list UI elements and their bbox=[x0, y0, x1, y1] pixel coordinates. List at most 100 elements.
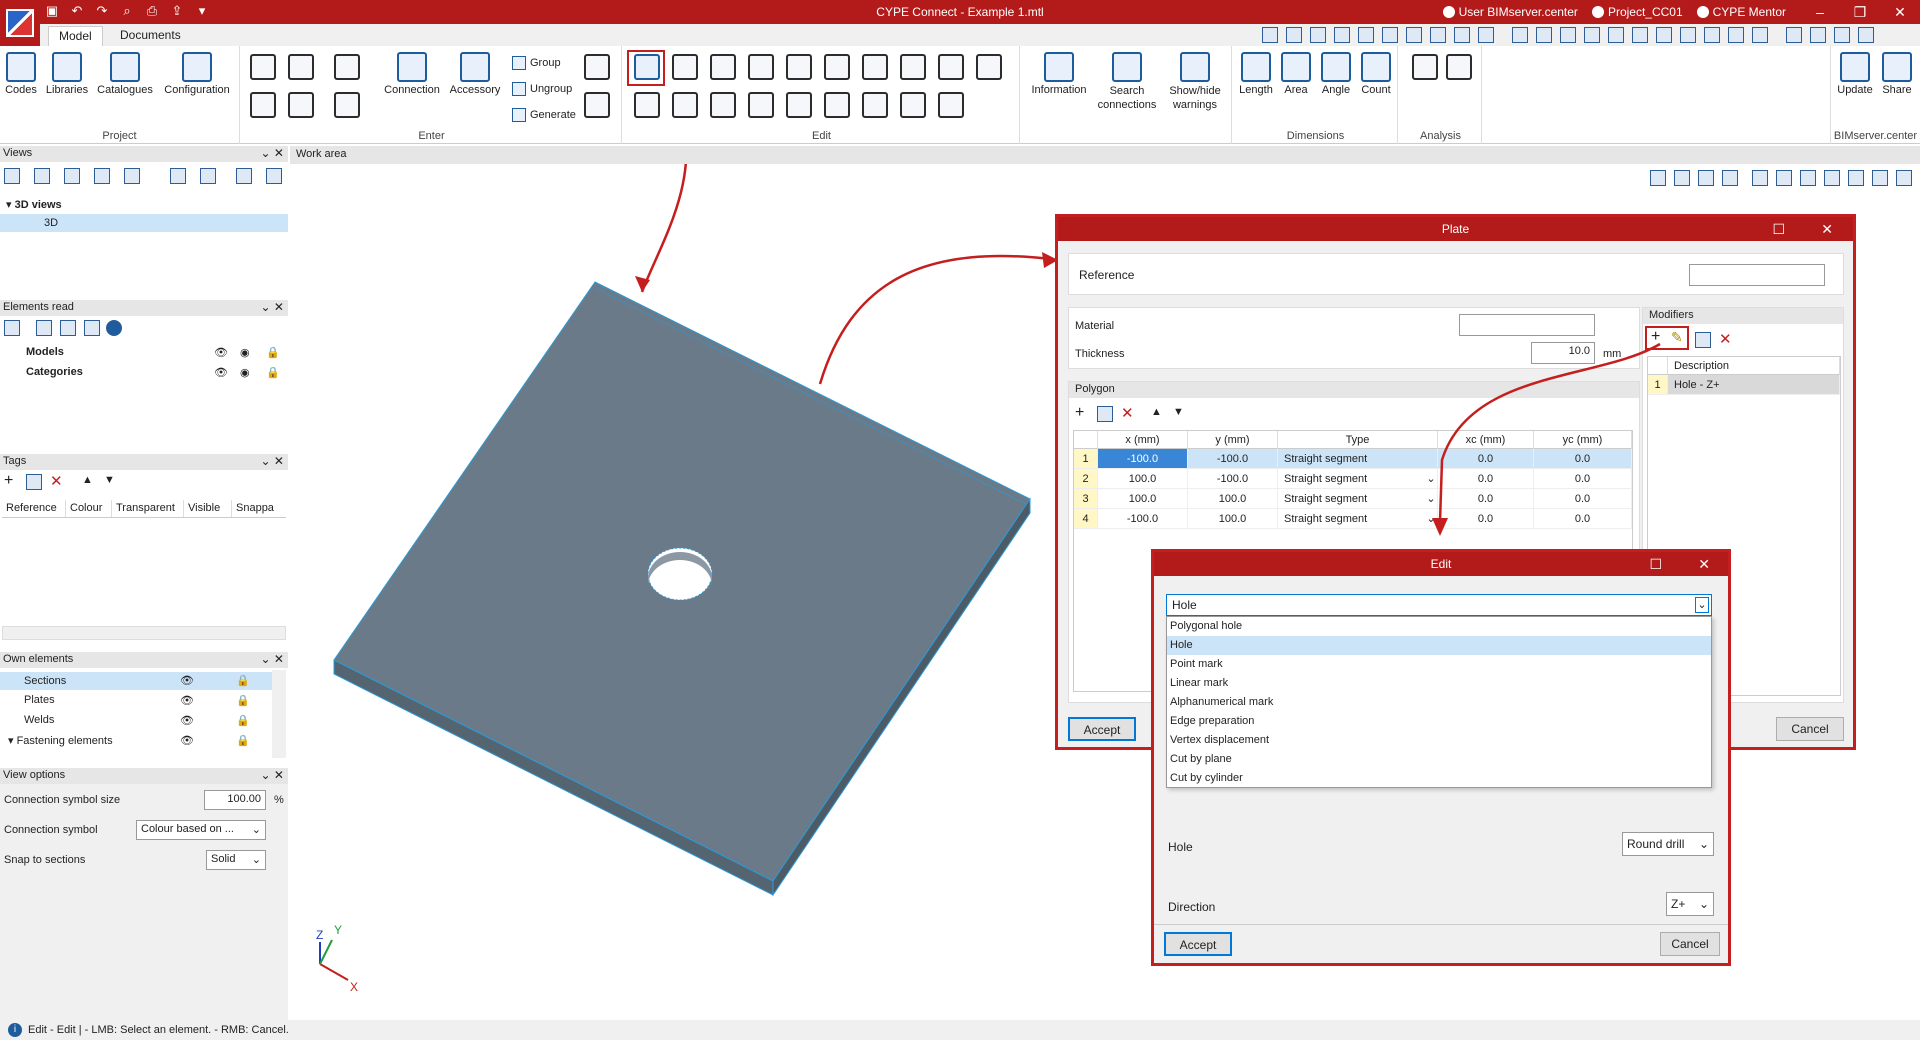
column-header[interactable]: Snappa bbox=[232, 500, 286, 517]
camera-icon[interactable] bbox=[170, 168, 186, 184]
customize-icon[interactable]: ▾ bbox=[194, 3, 210, 19]
vertical-scrollbar[interactable] bbox=[272, 670, 286, 758]
join-icon[interactable] bbox=[824, 92, 850, 118]
grid-icon[interactable] bbox=[1536, 27, 1552, 43]
restore-icon[interactable]: ❐ bbox=[1840, 4, 1880, 21]
zoom-percent-icon[interactable] bbox=[1608, 27, 1624, 43]
option-point-mark[interactable]: Point mark bbox=[1167, 655, 1711, 674]
grid-icon[interactable] bbox=[1656, 27, 1672, 43]
bolt-icon[interactable] bbox=[288, 92, 314, 118]
beam-icon[interactable] bbox=[250, 92, 276, 118]
link-icon[interactable] bbox=[84, 320, 100, 336]
panel-controls[interactable]: ⌄ ✕ bbox=[261, 146, 284, 160]
accessory-button[interactable]: Accessory bbox=[446, 52, 504, 96]
grid-icon[interactable] bbox=[1632, 27, 1648, 43]
own-item-sections[interactable]: Sections bbox=[0, 672, 272, 690]
erase-icon[interactable] bbox=[634, 92, 660, 118]
help-icon[interactable] bbox=[1834, 27, 1850, 43]
lock-icon[interactable]: 🔒 bbox=[236, 734, 250, 747]
column-header[interactable]: y (mm) bbox=[1188, 431, 1278, 449]
eye-icon[interactable]: 👁 bbox=[180, 694, 194, 707]
tree-item-models[interactable]: Models bbox=[26, 346, 64, 358]
option-cut-by-plane[interactable]: Cut by plane bbox=[1167, 750, 1711, 769]
option-polygonal-hole[interactable]: Polygonal hole bbox=[1167, 617, 1711, 636]
option-alphanumerical-mark[interactable]: Alphanumerical mark bbox=[1167, 693, 1711, 712]
mirror-copy-icon[interactable] bbox=[748, 92, 774, 118]
zoom-icon[interactable] bbox=[1430, 27, 1446, 43]
tree-group-3d-views[interactable]: ▾ 3D views bbox=[6, 198, 62, 211]
cube-icon[interactable] bbox=[266, 168, 282, 184]
view-tool-icon[interactable] bbox=[1310, 27, 1326, 43]
angle-button[interactable]: Angle bbox=[1316, 52, 1356, 96]
maximize-icon[interactable]: ☐ bbox=[1649, 552, 1662, 576]
area-button[interactable]: Area bbox=[1276, 52, 1316, 96]
view-tool-icon[interactable] bbox=[1262, 27, 1278, 43]
grid-icon[interactable] bbox=[1680, 27, 1696, 43]
ungroup-button[interactable]: Ungroup bbox=[512, 82, 572, 96]
count-button[interactable]: Count bbox=[1356, 52, 1396, 96]
update-button[interactable]: Update bbox=[1833, 52, 1877, 96]
modifier-type-select[interactable]: Hole ⌄ bbox=[1166, 594, 1712, 616]
grid-icon[interactable] bbox=[1704, 27, 1720, 43]
close-icon[interactable]: ✕ bbox=[1821, 217, 1833, 241]
plate-icon[interactable] bbox=[288, 54, 314, 80]
snap-select[interactable]: Solid ⌄ bbox=[206, 850, 266, 870]
cut-icon[interactable] bbox=[862, 92, 888, 118]
option-vertex-displacement[interactable]: Vertex displacement bbox=[1167, 731, 1711, 750]
view-icon[interactable] bbox=[64, 168, 80, 184]
align-icon[interactable] bbox=[938, 54, 964, 80]
lock-icon[interactable]: 🔒 bbox=[266, 346, 280, 359]
show-hide-warnings-button[interactable]: Show/hide warnings bbox=[1162, 52, 1228, 112]
length-button[interactable]: Length bbox=[1236, 52, 1276, 96]
axes-icon[interactable] bbox=[1650, 170, 1666, 186]
mentor-link[interactable]: CYPE Mentor bbox=[1696, 5, 1786, 19]
codes-button[interactable]: Codes bbox=[4, 52, 38, 96]
option-edge-preparation[interactable]: Edge preparation bbox=[1167, 712, 1711, 731]
view-tool-icon[interactable] bbox=[1358, 27, 1374, 43]
panel-controls[interactable]: ⌄ ✕ bbox=[261, 300, 284, 314]
connection-symbol-select[interactable]: Colour based on ... ⌄ bbox=[136, 820, 266, 840]
delete-icon[interactable]: ✕ bbox=[1121, 404, 1134, 422]
copy-icon[interactable] bbox=[1097, 406, 1113, 422]
add-element-icon[interactable] bbox=[584, 54, 610, 80]
direction-select[interactable]: Z+ ⌄ bbox=[1666, 892, 1714, 916]
generate-button[interactable]: Generate bbox=[512, 108, 576, 122]
project-selector[interactable]: Project_CC01 bbox=[1591, 5, 1683, 19]
column-header[interactable]: x (mm) bbox=[1098, 431, 1188, 449]
render-icon[interactable] bbox=[1896, 170, 1912, 186]
panel-controls[interactable]: ⌄ ✕ bbox=[261, 652, 284, 666]
cube-icon[interactable] bbox=[1674, 170, 1690, 186]
view-icon[interactable] bbox=[200, 168, 216, 184]
delete-element-icon[interactable] bbox=[584, 92, 610, 118]
eye-icon[interactable]: 👁 bbox=[180, 714, 194, 727]
table-cell[interactable]: 100.0 bbox=[1098, 469, 1188, 489]
view-icon[interactable] bbox=[34, 168, 50, 184]
copy-icon[interactable] bbox=[1695, 332, 1711, 348]
cube-icon[interactable]: ◉ bbox=[240, 366, 250, 379]
column-header[interactable]: Transparent bbox=[112, 500, 184, 517]
table-cell[interactable]: 100.0 bbox=[1188, 509, 1278, 529]
grid-icon[interactable] bbox=[1512, 27, 1528, 43]
move-icon[interactable] bbox=[672, 54, 698, 80]
move-copy-icon[interactable] bbox=[672, 92, 698, 118]
panel-controls[interactable]: ⌄ ✕ bbox=[261, 768, 284, 782]
material-input[interactable] bbox=[1459, 314, 1595, 336]
render-icon[interactable] bbox=[1800, 170, 1816, 186]
lock-icon[interactable]: 🔒 bbox=[266, 366, 280, 379]
grid-points-icon[interactable] bbox=[250, 54, 276, 80]
redo-icon[interactable]: ↷ bbox=[94, 3, 110, 19]
info-icon[interactable] bbox=[1858, 27, 1874, 43]
table-cell[interactable]: -100.0 bbox=[1098, 449, 1188, 469]
move-up-icon[interactable]: ▲ bbox=[1151, 406, 1162, 418]
column-header[interactable]: Colour bbox=[66, 500, 112, 517]
render-icon[interactable] bbox=[1824, 170, 1840, 186]
view-tool-icon[interactable] bbox=[1286, 27, 1302, 43]
profile-icon[interactable] bbox=[334, 54, 360, 80]
grid-icon[interactable] bbox=[1584, 27, 1600, 43]
group-button[interactable]: Group bbox=[512, 56, 561, 70]
view-icon[interactable] bbox=[1698, 170, 1714, 186]
grid-icon[interactable] bbox=[1560, 27, 1576, 43]
column-header[interactable]: Visible bbox=[184, 500, 232, 517]
render-icon[interactable] bbox=[1776, 170, 1792, 186]
move-up-icon[interactable]: ▲ bbox=[82, 474, 93, 486]
